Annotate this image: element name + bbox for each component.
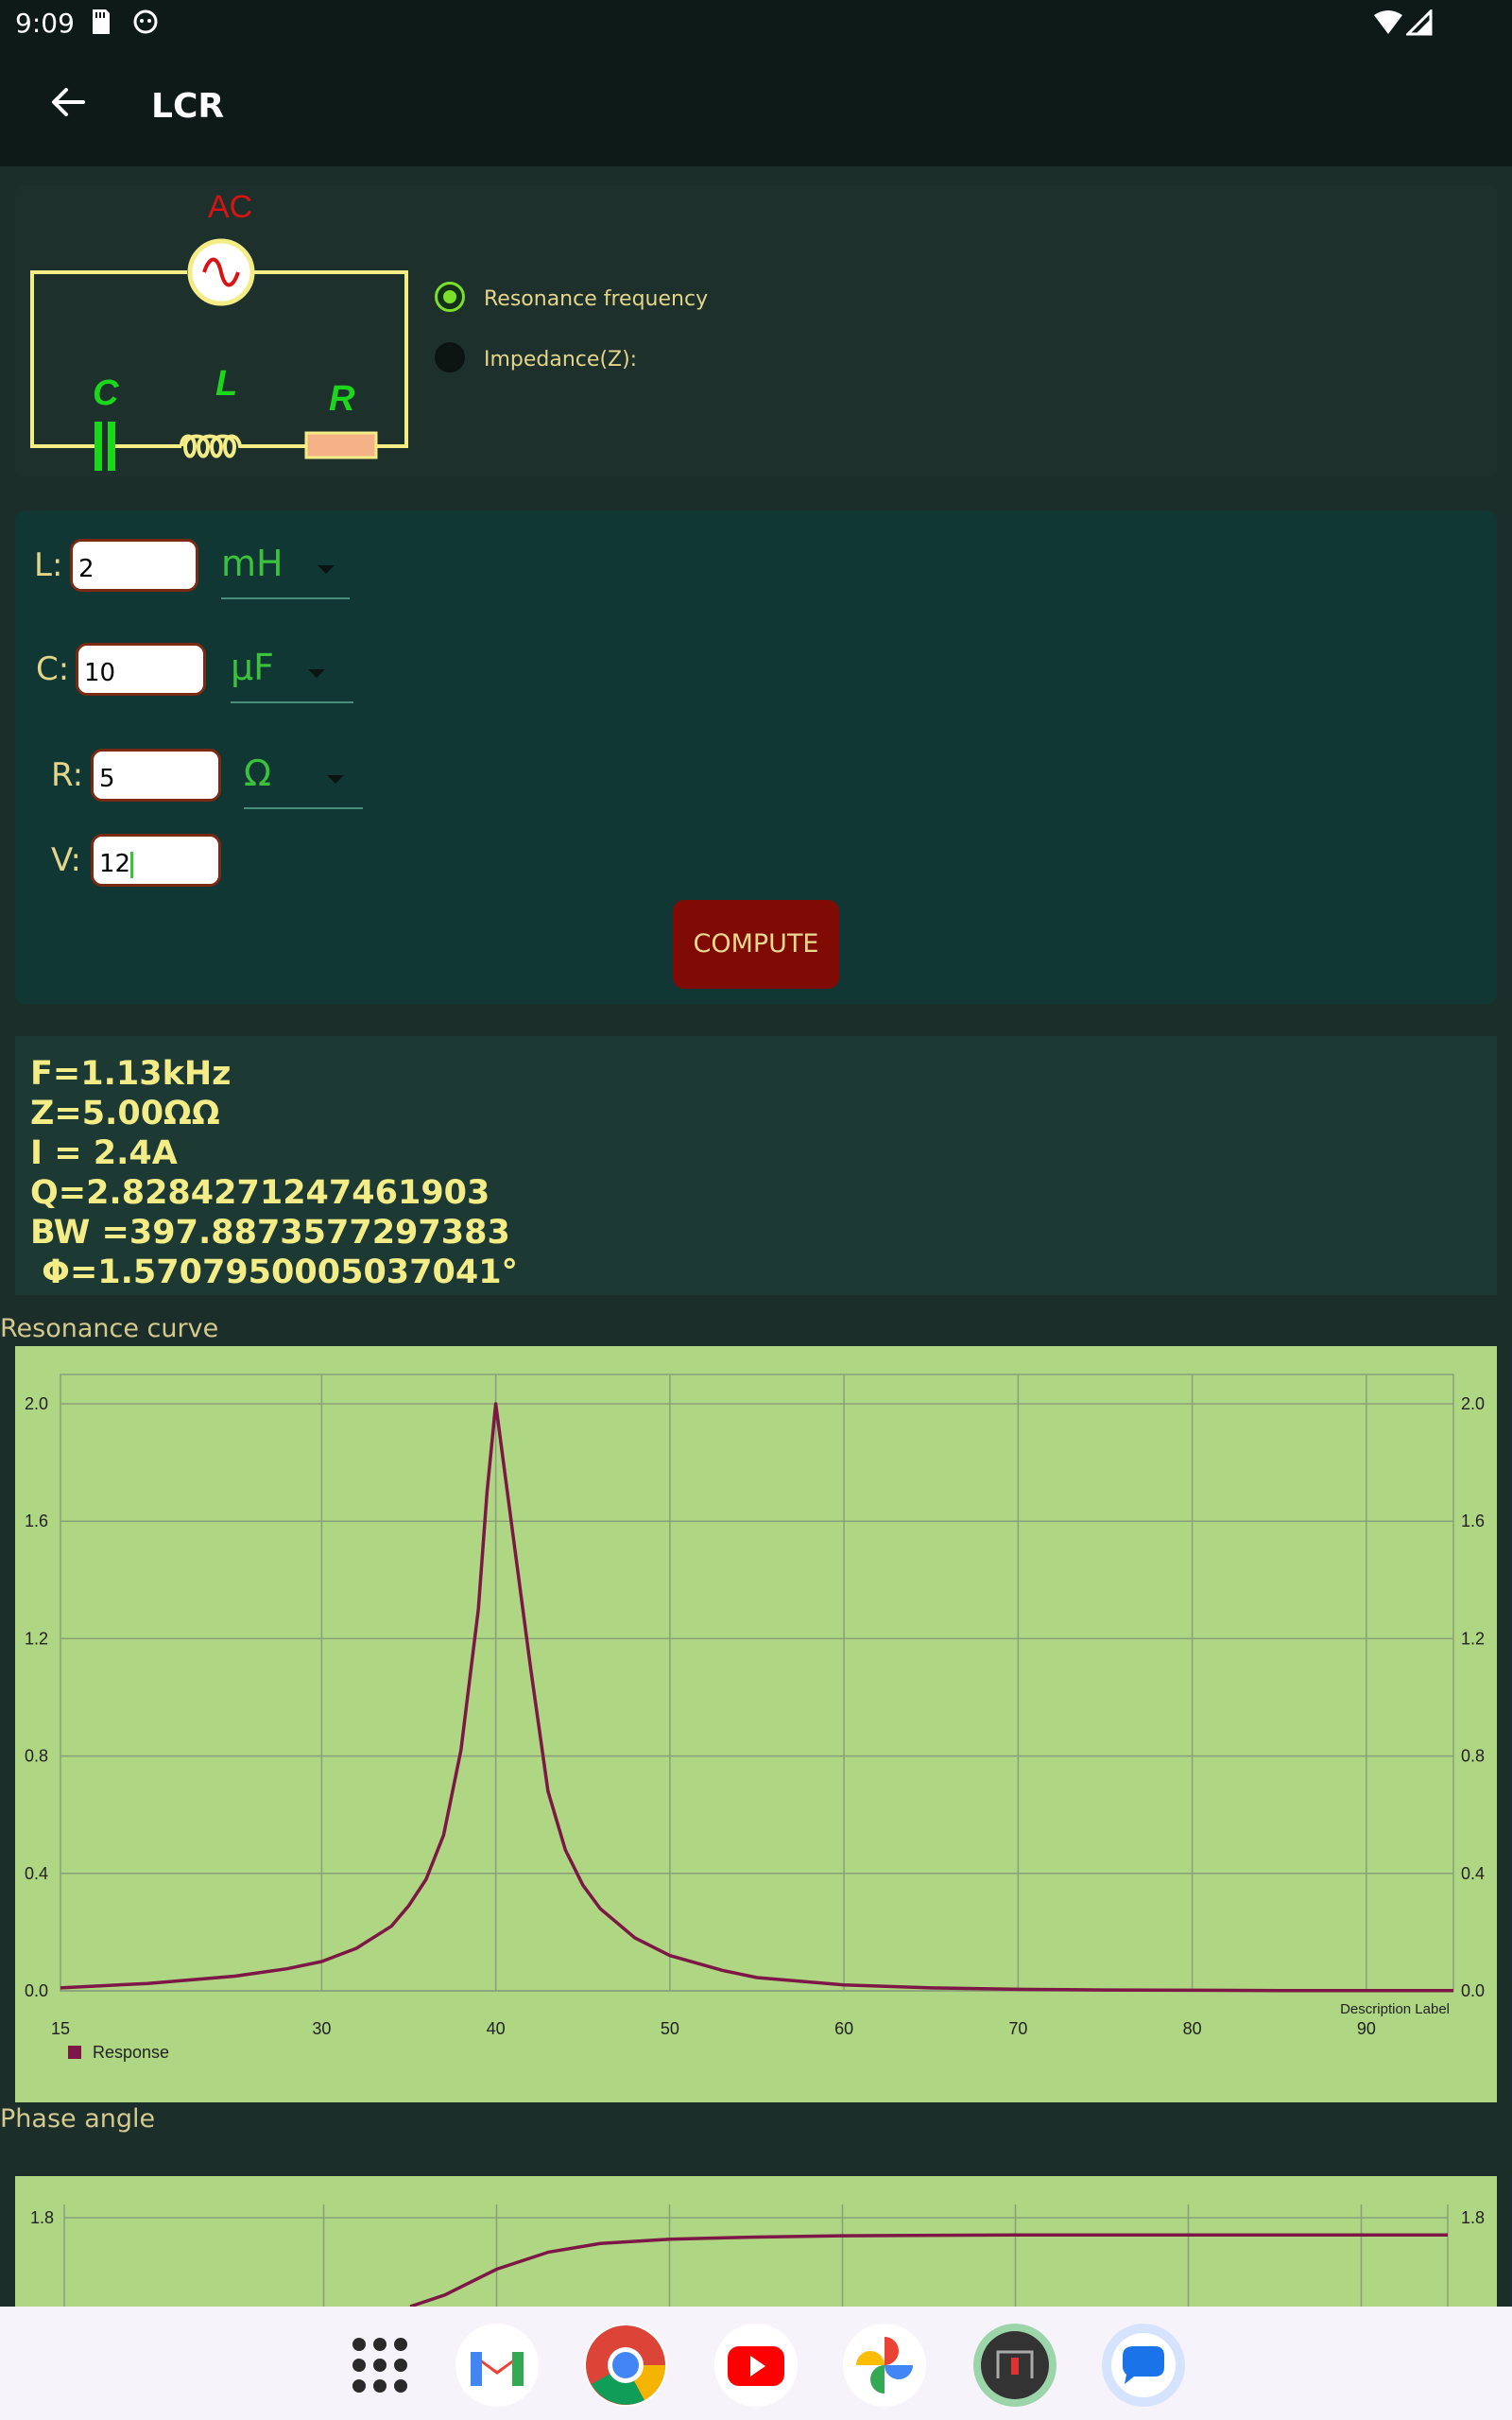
phase-chart: 1.8 1.8 [30, 2204, 1485, 2308]
radio-resonance-frequency[interactable] [435, 282, 465, 312]
inductance-unit: mH [221, 543, 284, 584]
result-phase: Φ=1.5707950005037041° [30, 1253, 519, 1291]
result-impedance: Z=5.00ΩΩ [30, 1095, 220, 1132]
y-tick-label-left: 1.2 [25, 1629, 48, 1648]
result-frequency: F=1.13kHz [30, 1055, 232, 1093]
y-tick-label-right: 2.0 [1461, 1394, 1485, 1413]
x-tick-label: 40 [487, 2019, 506, 2038]
chrome-icon[interactable] [584, 2324, 667, 2407]
radio-impedance[interactable] [435, 342, 465, 372]
lcr-app-icon[interactable] [973, 2324, 1057, 2407]
signal-icon [1406, 9, 1433, 36]
app-bar: LCR [0, 47, 1512, 166]
x-tick-label: 70 [1008, 2019, 1027, 2038]
y-tick-label-right: 1.6 [1461, 1512, 1485, 1530]
y-tick-label-left: 0.4 [25, 1864, 48, 1883]
messages-icon[interactable] [1102, 2324, 1185, 2407]
resonance-chart-container: 15 30 40 50 60 70 80 90 0.0 0.0 0.4 0.4 0.8 0.8 1.2 1.2… [15, 1346, 1497, 2102]
resistor-body [304, 431, 378, 459]
x-tick-label: 90 [1357, 2019, 1376, 2038]
y-tick-label-left: 0.0 [25, 1981, 48, 2000]
y-tick-label-right: 1.8 [1461, 2208, 1485, 2227]
capacitance-unit: µF [231, 647, 275, 688]
app-drawer-icon[interactable] [338, 2324, 421, 2407]
inductor-label: L [215, 364, 237, 404]
compute-button[interactable]: COMPUTE [673, 900, 839, 989]
y-tick-label-right: 0.8 [1461, 1747, 1485, 1766]
voltage-value: 12 [99, 850, 131, 878]
result-quality-factor: Q=2.8284271247461903 [30, 1174, 490, 1212]
y-tick-label-right: 0.0 [1461, 1981, 1485, 2000]
resonance-chart: 15 30 40 50 60 70 80 90 0.0 0.0 0.4 0.4 0.8 0.8 1.2 1.2… [25, 1374, 1485, 2062]
gmail-icon[interactable] [455, 2324, 539, 2407]
lcr-circuit-diagram: AC C L R [30, 189, 408, 471]
x-tick-label: 15 [51, 2019, 70, 2038]
inductor-coil [180, 434, 266, 458]
y-tick-label-left: 0.8 [25, 1747, 48, 1766]
description-label: Description Label [1340, 2001, 1450, 2017]
x-tick-label: 60 [834, 2019, 853, 2038]
capacitance-label: C: [36, 650, 70, 688]
wifi-icon [1374, 10, 1402, 34]
page-title: LCR [151, 87, 225, 126]
response-series-line [60, 1402, 1453, 1993]
photos-icon[interactable] [843, 2324, 926, 2407]
chevron-down-icon [327, 775, 344, 784]
y-tick-label-right: 0.4 [1461, 1864, 1485, 1883]
radio-label-impedance: Impedance(Z): [484, 348, 638, 372]
capacitance-input[interactable]: 10 [76, 643, 206, 696]
status-bar: 9:09 [0, 0, 1512, 47]
phase-chart-container: 1.8 1.8 [15, 2176, 1497, 2308]
legend-swatch [68, 2046, 81, 2059]
chevron-down-icon [308, 669, 325, 678]
x-tick-label: 30 [312, 2019, 331, 2038]
youtube-icon[interactable] [714, 2324, 798, 2407]
resistance-label: R: [51, 756, 84, 794]
y-tick-label-left: 2.0 [25, 1394, 48, 1413]
capacitor-plate-left [94, 422, 102, 471]
inductance-input[interactable]: 2 [70, 539, 198, 592]
y-tick-label-left: 1.6 [25, 1512, 48, 1530]
y-tick-label-left: 1.8 [30, 2208, 54, 2227]
capacitor-label: C [93, 373, 119, 413]
y-tick-label-right: 1.2 [1461, 1629, 1485, 1648]
sd-card-icon [93, 9, 110, 34]
resistance-input[interactable]: 5 [91, 749, 221, 802]
text-cursor [130, 851, 134, 878]
phase-series-line [409, 2233, 1448, 2308]
navigation-dock [0, 2307, 1512, 2420]
result-current: I = 2.4A [30, 1134, 178, 1172]
resonance-curve-title: Resonance curve [0, 1314, 219, 1343]
voltage-input[interactable]: 12 [91, 834, 221, 887]
circuit-card: AC C L R Resonance frequency Impedance(Z… [15, 185, 1497, 478]
voltage-label: V: [51, 841, 81, 879]
plot-area [60, 1374, 1454, 1992]
inductance-unit-dropdown[interactable]: mH [208, 543, 350, 599]
capacitance-unit-dropdown[interactable]: µF [217, 647, 353, 703]
capacitor-plate-right [108, 422, 115, 471]
result-bandwidth: BW =397.8873577297383 [30, 1214, 510, 1252]
resistor-label: R [329, 379, 355, 419]
back-arrow-icon[interactable] [47, 81, 89, 123]
assistant-icon [133, 9, 158, 34]
radio-label-resonance: Resonance frequency [484, 287, 709, 311]
inductance-label: L: [34, 546, 63, 584]
x-tick-label: 80 [1183, 2019, 1202, 2038]
chevron-down-icon [318, 565, 335, 574]
ac-label: AC [208, 189, 252, 225]
legend-label: Response [93, 2043, 169, 2062]
resistance-unit: Ω [244, 752, 272, 794]
resistance-unit-dropdown[interactable]: Ω [231, 752, 363, 809]
phase-angle-title: Phase angle [0, 2104, 156, 2134]
x-tick-label: 50 [661, 2019, 679, 2038]
status-time: 9:09 [15, 8, 75, 39]
